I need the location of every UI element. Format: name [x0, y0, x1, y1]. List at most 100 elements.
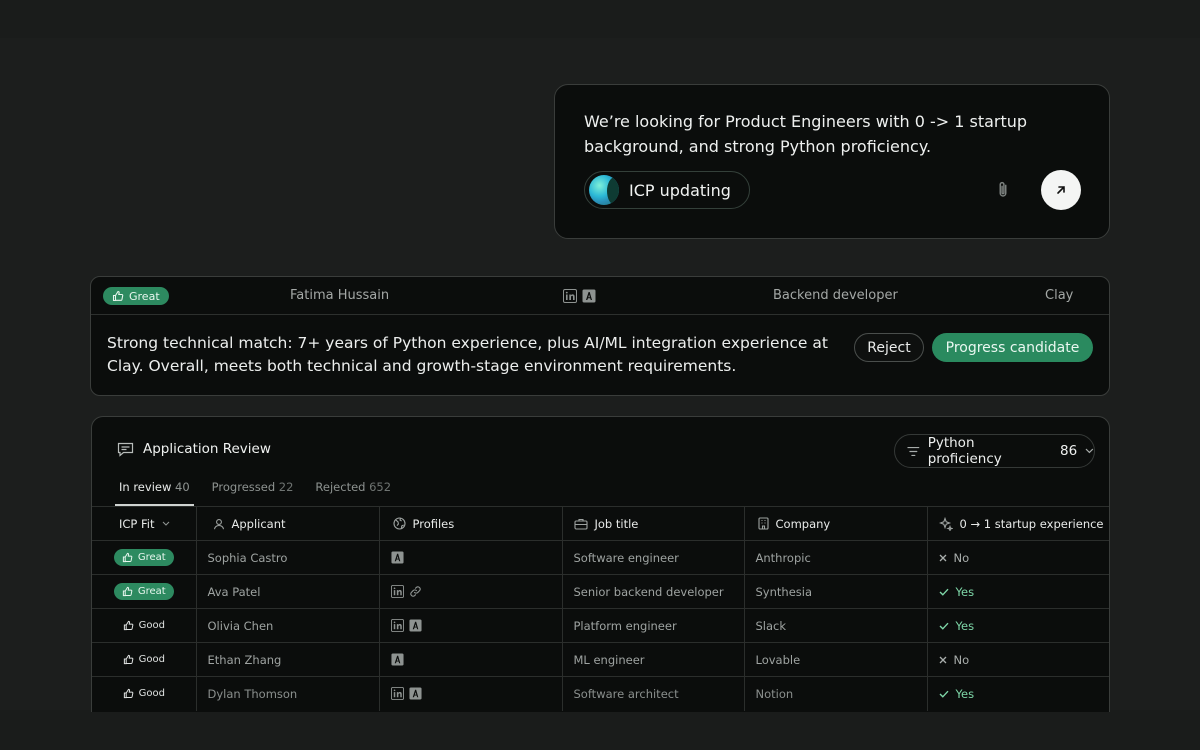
column-label: Company: [775, 516, 831, 531]
linkedin-icon[interactable]: [390, 619, 404, 632]
column-label: Profiles: [412, 516, 455, 531]
review-title-label: Application Review: [143, 441, 271, 457]
icp-orb-icon: [589, 175, 619, 205]
x-icon: [939, 554, 946, 561]
startup-value: Yes: [939, 619, 1110, 633]
company-cell: Slack: [744, 608, 928, 643]
progress-candidate-button[interactable]: Progress candidate: [932, 333, 1093, 362]
icp-status-label: ICP updating: [629, 180, 731, 200]
icp-status-pill[interactable]: ICP updating: [584, 171, 750, 209]
job-title-cell: Platform engineer: [562, 608, 745, 643]
company-cell: Anthropic: [744, 540, 928, 575]
fit-cell: Good: [92, 642, 197, 677]
applicants-table: ICP Fit Applicant Profiles Job title Com…: [92, 506, 1110, 711]
thumbs-up-icon: [123, 654, 133, 665]
fit-cell: Great: [92, 540, 197, 575]
applicant-cell[interactable]: Olivia Chen: [196, 608, 380, 643]
fit-badge-good: Good: [123, 620, 165, 631]
fit-badge-great: Great: [103, 287, 169, 305]
prompt-text[interactable]: We’re looking for Product Engineers with…: [584, 109, 1054, 159]
globe-icon: [392, 517, 406, 530]
linkedin-icon[interactable]: [563, 289, 577, 303]
fit-badge-good: Good: [123, 654, 165, 665]
company-cell: Lovable: [744, 642, 928, 677]
review-title: Application Review: [117, 441, 271, 457]
linkedin-icon[interactable]: [390, 687, 404, 701]
candidate-name[interactable]: Fatima Hussain: [290, 288, 389, 303]
profiles-cell: [379, 574, 563, 609]
column-company[interactable]: Company: [744, 506, 928, 541]
table-row[interactable]: Good Olivia Chen Platform engineer Slack…: [92, 608, 1110, 643]
arrow-up-right-icon: [1057, 186, 1065, 194]
startup-value: No: [939, 550, 1110, 565]
column-job-title[interactable]: Job title: [562, 506, 745, 541]
applicant-cell[interactable]: Ava Patel: [196, 574, 380, 609]
sparkle-icon: [938, 516, 953, 531]
column-label: ICP Fit: [119, 516, 155, 531]
tab-rejected[interactable]: Rejected 652: [315, 480, 391, 506]
filter-label: Python proficiency: [927, 435, 1002, 467]
linkedin-icon[interactable]: [390, 585, 404, 598]
candidate-summary: Strong technical match: 7+ years of Pyth…: [107, 334, 828, 375]
column-applicant[interactable]: Applicant: [196, 506, 380, 541]
anthropic-icon[interactable]: [390, 653, 404, 666]
applicant-cell[interactable]: Dylan Thomson: [196, 676, 380, 711]
link-icon[interactable]: [409, 585, 422, 598]
tab-label: Rejected: [315, 480, 366, 494]
reject-button[interactable]: Reject: [854, 333, 924, 362]
column-label: Applicant: [231, 516, 286, 531]
application-review-panel: Application Review Python proficiency 86…: [91, 416, 1110, 712]
tab-progressed[interactable]: Progressed 22: [212, 480, 294, 506]
tab-count: 40: [175, 480, 190, 494]
table-row[interactable]: Good Dylan Thomson Software architect No…: [92, 676, 1109, 711]
applicant-cell[interactable]: Ethan Zhang: [196, 642, 380, 677]
tab-in-review[interactable]: In review 40: [115, 480, 194, 506]
building-icon: [757, 517, 769, 530]
fit-label: Great: [137, 586, 166, 597]
startup-cell: No: [927, 540, 1110, 575]
job-title-cell: Software engineer: [562, 540, 745, 575]
column-profiles[interactable]: Profiles: [379, 506, 563, 541]
candidate-profiles: [563, 289, 596, 303]
fit-label: Good: [138, 654, 165, 665]
fit-label: Good: [138, 688, 165, 700]
tab-count: 652: [369, 480, 392, 494]
anthropic-icon[interactable]: [408, 687, 422, 700]
column-label: 0 → 1 startup experience: [959, 516, 1104, 531]
candidate-job-title: Backend developer: [773, 288, 898, 303]
anthropic-icon[interactable]: [390, 551, 404, 564]
fit-label: Great: [137, 552, 166, 563]
thumbs-up-icon: [123, 689, 133, 699]
profiles-cell: [379, 676, 563, 711]
profiles-cell: [379, 608, 563, 643]
startup-label: No: [953, 550, 970, 565]
fit-badge-great: Great: [113, 549, 174, 566]
table-row[interactable]: Great Ava Patel Senior backend developer…: [92, 574, 1109, 609]
python-proficiency-filter[interactable]: Python proficiency 86: [894, 434, 1095, 468]
candidate-company: Clay: [1045, 288, 1074, 303]
tab-count: 22: [278, 480, 294, 494]
fit-cell: Good: [92, 676, 197, 711]
paperclip-icon[interactable]: [992, 179, 1014, 201]
column-startup-experience[interactable]: 0 → 1 startup experience: [927, 506, 1109, 541]
table-row[interactable]: Great Sophia Castro Software engineer An…: [92, 540, 1110, 575]
chevron-down-icon: [162, 521, 169, 526]
check-icon: [939, 622, 949, 630]
fit-badge-great: Great: [113, 583, 174, 600]
chevron-down-icon: [1085, 448, 1094, 454]
column-label: Job title: [594, 516, 639, 531]
job-title-cell: Software architect: [562, 676, 745, 711]
table-row[interactable]: Good Ethan Zhang ML engineer Lovable No: [92, 642, 1109, 677]
anthropic-icon[interactable]: [582, 289, 596, 303]
startup-cell: Yes: [927, 676, 1109, 711]
anthropic-icon[interactable]: [408, 619, 422, 632]
filter-icon: [907, 446, 920, 456]
check-icon: [939, 690, 949, 698]
profiles-cell: [379, 642, 563, 677]
column-icp-fit[interactable]: ICP Fit: [92, 506, 197, 541]
fit-label: Great: [129, 289, 160, 303]
send-button[interactable]: [1041, 170, 1081, 210]
profiles-cell: [379, 540, 563, 575]
applicant-cell[interactable]: Sophia Castro: [196, 540, 380, 575]
startup-label: Yes: [955, 686, 975, 701]
